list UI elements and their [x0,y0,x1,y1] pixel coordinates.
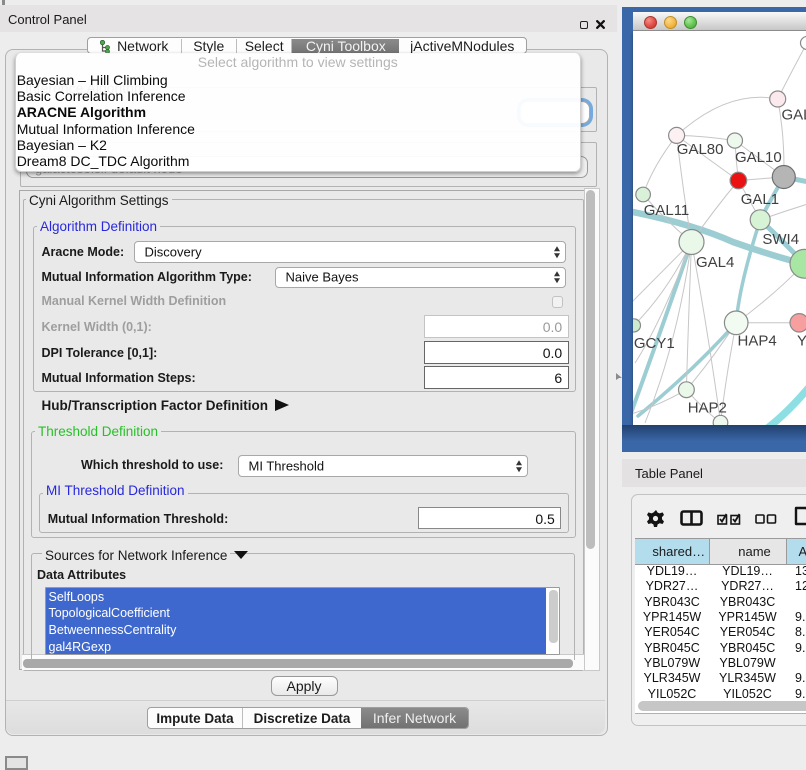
svg-text:HAP2: HAP2 [688,400,727,417]
svg-text:HAP4: HAP4 [738,333,777,350]
svg-text:SWI4: SWI4 [762,231,799,248]
svg-text:GAL4: GAL4 [696,254,734,271]
svg-text:GAL11: GAL11 [644,202,690,219]
svg-text:GAL10: GAL10 [735,149,782,166]
svg-text:GAL80: GAL80 [677,141,724,158]
svg-text:YJ: YJ [797,333,806,350]
svg-text:GAL7: GAL7 [782,106,806,123]
svg-text:GCY1: GCY1 [634,335,675,352]
svg-text:GAL1: GAL1 [741,191,779,208]
